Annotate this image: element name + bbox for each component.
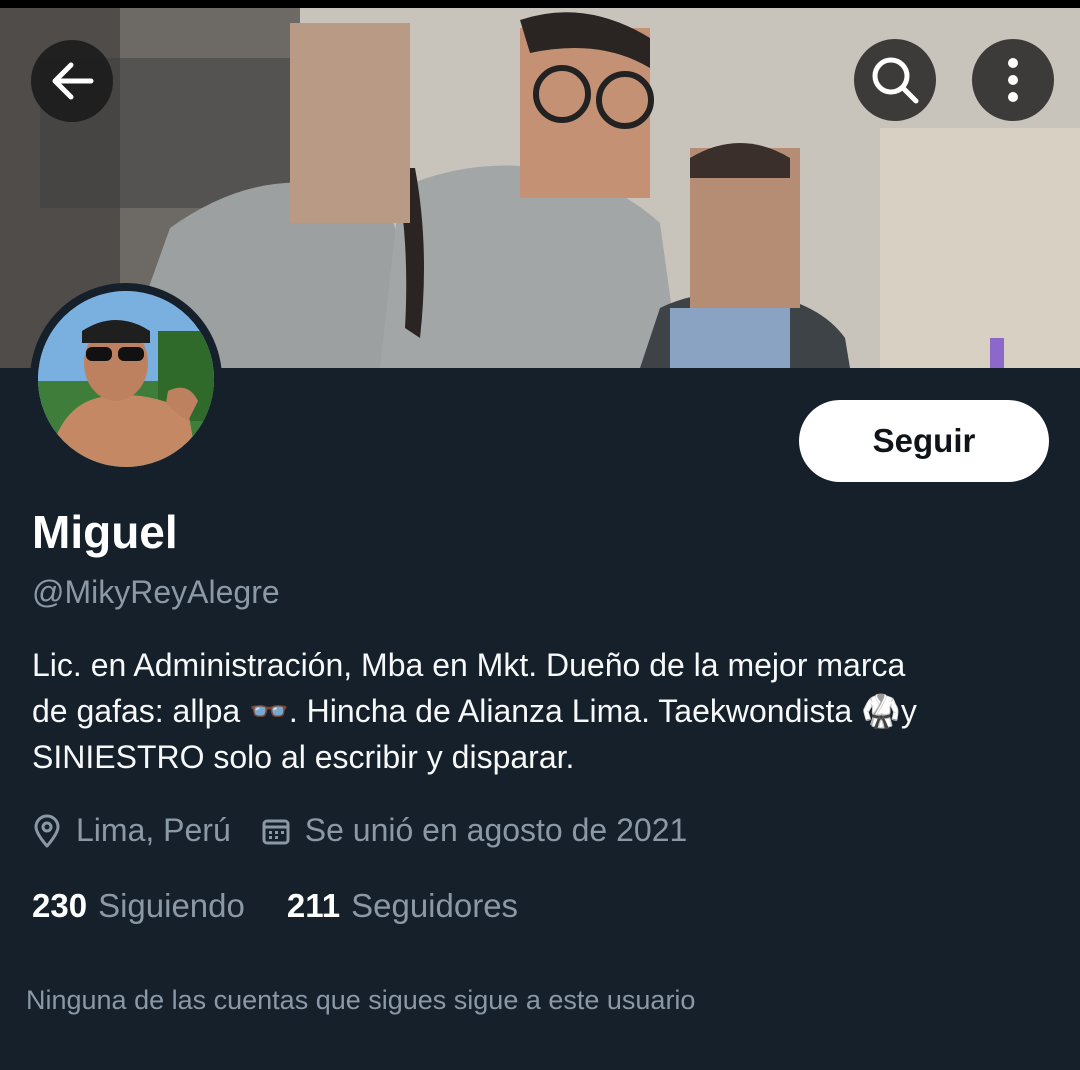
search-button[interactable] — [854, 39, 936, 121]
status-bar-edge — [0, 0, 1080, 8]
following-count: 230 — [32, 887, 88, 924]
location-item: Lima, Perú — [32, 812, 231, 849]
follow-stats: 230 Siguiendo 211 Seguidores — [32, 887, 518, 925]
following-link[interactable]: 230 Siguiendo — [32, 887, 245, 925]
avatar-photo — [38, 291, 214, 467]
followers-count: 211 — [286, 887, 341, 924]
search-icon — [872, 57, 919, 104]
bio-line: Lic. en Administración, Mba en Mkt. Dueñ… — [32, 647, 906, 683]
calendar-icon — [262, 819, 290, 844]
more-vertical-icon — [1008, 58, 1018, 102]
location-text: Lima, Perú — [76, 812, 231, 848]
profile-bio: Lic. en Administración, Mba en Mkt. Dueñ… — [32, 642, 1042, 780]
more-options-button[interactable] — [972, 39, 1054, 121]
username-handle: @MikyReyAlegre — [32, 574, 280, 610]
avatar[interactable] — [30, 283, 222, 475]
followers-label: Seguidores — [351, 887, 519, 924]
followers-link[interactable]: 211 Seguidores — [287, 887, 518, 925]
display-name: Miguel — [32, 506, 178, 558]
joined-item: Se unió en agosto de 2021 — [261, 812, 688, 849]
mutual-followers-note: Ninguna de las cuentas que sigues sigue … — [26, 985, 696, 1015]
bio-line: de gafas: allpa 👓. Hincha de Alianza Lim… — [32, 693, 917, 729]
following-label: Siguiendo — [98, 887, 245, 924]
arrow-left-icon — [52, 62, 94, 100]
follow-button[interactable]: Seguir — [799, 400, 1049, 482]
joined-text: Se unió en agosto de 2021 — [304, 812, 688, 848]
bio-line: SINIESTRO solo al escribir y disparar. — [32, 739, 575, 775]
location-pin-icon — [34, 814, 60, 847]
back-button[interactable] — [31, 40, 113, 122]
profile-meta: Lima, Perú Se unió en agosto de 2021 — [32, 812, 687, 849]
